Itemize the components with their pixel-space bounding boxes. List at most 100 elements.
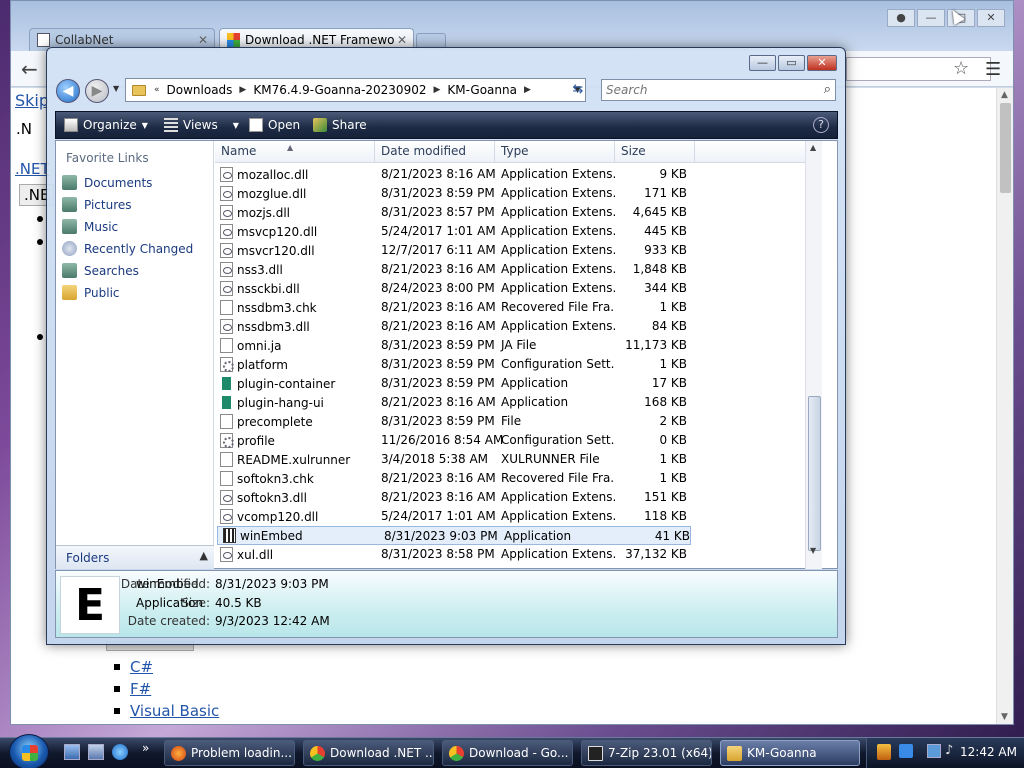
back-button[interactable]: ◀ (56, 79, 80, 103)
favorite-documents[interactable]: Documents (62, 175, 152, 190)
open-button[interactable]: Open (249, 118, 300, 132)
taskbar-button-km-goanna[interactable]: KM-Goanna (720, 740, 860, 766)
file-row[interactable]: precomplete 8/31/2023 8:59 PM File 2 KB (215, 412, 693, 431)
favorite-recently-changed[interactable]: Recently Changed (62, 241, 193, 256)
file-name: mozjs.dll (237, 205, 291, 220)
file-list-scrollbar[interactable]: ▲ ▼ (805, 141, 822, 569)
scroll-up-icon[interactable]: ▲ (810, 143, 816, 152)
file-row[interactable]: mozjs.dll 8/31/2023 8:57 PM Application Ex… (215, 203, 693, 222)
file-type: File (501, 414, 522, 428)
chevron-right-icon[interactable]: ▶ (522, 85, 533, 95)
file-row[interactable]: winEmbed 8/31/2023 9:03 PM Application 41 K… (217, 526, 691, 545)
scroll-down-icon[interactable]: ▼ (1001, 712, 1008, 722)
column-header-date[interactable]: Date modified (375, 141, 495, 163)
organize-button[interactable]: Organize ▼ (64, 118, 148, 132)
menu-icon[interactable]: ☰ (985, 59, 1001, 80)
organize-label: Organize (83, 118, 137, 132)
skip-link[interactable]: Skip (15, 91, 49, 110)
show-desktop-icon[interactable] (64, 744, 80, 760)
favorite-pictures[interactable]: Pictures (62, 197, 132, 212)
switch-windows-icon[interactable] (88, 744, 104, 760)
file-row[interactable]: xul.dll 8/31/2023 8:58 PM Application Exte… (215, 545, 693, 564)
taskbar-button-chrome-download[interactable]: Download - Go... (442, 740, 573, 766)
taskbar-button-firefox[interactable]: Problem loadin... (164, 740, 295, 766)
column-header-type[interactable]: Type (495, 141, 615, 163)
bookmark-star-icon[interactable]: ☆ (953, 58, 969, 79)
folders-toggle[interactable]: Folders ▲ (56, 545, 214, 569)
minimize-button[interactable]: — (749, 55, 776, 71)
file-row[interactable]: nssdbm3.chk 8/21/2023 8:16 AM Recovered Fi… (215, 298, 693, 317)
file-row[interactable]: README.xulrunner 3/4/2018 5:38 AM XULRUNNE… (215, 450, 693, 469)
language-link[interactable]: C# (106, 656, 286, 678)
taskbar-clock[interactable]: 12:42 AM (960, 745, 1017, 759)
file-name-cell: vcomp120.dll (215, 507, 375, 526)
maximize-button[interactable]: ▭ (778, 55, 805, 71)
address-bar[interactable] (846, 57, 991, 81)
file-row[interactable]: plugin-hang-ui 8/21/2023 8:16 AM Applicati… (215, 393, 693, 412)
scroll-thumb[interactable] (808, 396, 821, 551)
file-row[interactable]: mozalloc.dll 8/21/2023 8:16 AM Application… (215, 165, 693, 184)
file-row[interactable]: nssdbm3.dll 8/21/2023 8:16 AM Application … (215, 317, 693, 336)
close-button[interactable]: ✕ (807, 55, 837, 71)
scroll-down-icon[interactable]: ▼ (810, 546, 816, 555)
language-link[interactable]: F# (106, 678, 286, 700)
breadcrumb-downloads[interactable]: Downloads (162, 83, 238, 97)
file-row[interactable]: omni.ja 8/31/2023 8:59 PM JA File 11,173 KB (215, 336, 693, 355)
breadcrumb-km-goanna[interactable]: KM-Goanna (442, 83, 522, 97)
favorite-music[interactable]: Music (62, 219, 118, 234)
breadcrumb-km76[interactable]: KM76.4.9-Goanna-20230902 (248, 83, 431, 97)
file-row[interactable]: softokn3.dll 8/21/2023 8:16 AM Application… (215, 488, 693, 507)
chevron-right-icon[interactable]: ▶ (431, 85, 442, 95)
refresh-icon[interactable]: ⇆ (567, 79, 589, 101)
browser-tabstrip: CollabNet ✕ Download .NET Framewo ✕ ● — … (11, 1, 1013, 51)
sort-arrow-icon: ▲ (287, 143, 294, 152)
views-button[interactable]: Views ▼ (164, 118, 239, 132)
scroll-up-icon[interactable]: ▲ (1001, 90, 1008, 100)
tray-app-icon[interactable] (899, 744, 913, 758)
file-row[interactable]: softokn3.chk 8/21/2023 8:16 AM Recovered F… (215, 469, 693, 488)
quicklaunch-more-icon[interactable]: » (142, 741, 158, 757)
file-row[interactable]: msvcp120.dll 5/24/2017 1:01 AM Application… (215, 222, 693, 241)
chevron-left-icon[interactable]: « (152, 85, 162, 95)
favorite-searches[interactable]: Searches (62, 263, 139, 278)
file-size: 37,132 KB (625, 547, 687, 561)
taskbar-button-7zip[interactable]: 7-Zip 23.01 (x64)... (581, 740, 712, 766)
minimize-button[interactable]: — (917, 9, 945, 27)
language-link[interactable]: Visual Basic (106, 700, 286, 722)
file-row[interactable]: profile 11/26/2016 8:54 AM Configuration S… (215, 431, 693, 450)
favorite-public[interactable]: Public (62, 285, 120, 300)
file-row[interactable]: platform 8/31/2023 8:59 PM Configuration S… (215, 355, 693, 374)
help-icon[interactable]: ? (813, 117, 829, 133)
search-icon[interactable]: ⌕ (824, 82, 831, 97)
security-shield-icon[interactable] (877, 744, 891, 760)
address-bar[interactable]: « Downloads ▶ KM76.4.9-Goanna-20230902 ▶… (125, 78, 586, 102)
profile-icon[interactable]: ● (887, 9, 915, 27)
file-name: mozglue.dll (237, 186, 307, 201)
share-button[interactable]: Share (313, 118, 367, 132)
recent-pages-dropdown[interactable]: ▼ (113, 84, 119, 93)
file-row[interactable]: nssckbi.dll 8/24/2023 8:00 PM Application … (215, 279, 693, 298)
column-header-name[interactable]: Name ▲ (215, 141, 375, 163)
forward-button[interactable]: ▶ (85, 79, 109, 103)
taskbar-button-chrome-dotnet[interactable]: Download .NET ... (303, 740, 434, 766)
back-arrow-icon[interactable]: ← (21, 57, 38, 81)
search-input[interactable] (602, 80, 802, 100)
page-link-fragment[interactable]: .NET (15, 160, 50, 178)
share-icon (313, 118, 327, 132)
chevron-right-icon[interactable]: ▶ (237, 85, 248, 95)
file-list: Name ▲ Date modified Type Size mozalloc.d… (215, 141, 822, 569)
volume-icon[interactable]: ♪ (945, 743, 953, 758)
browser-scrollbar[interactable]: ▲ ▼ (996, 88, 1013, 724)
file-row[interactable]: nss3.dll 8/21/2023 8:16 AM Application Ext… (215, 260, 693, 279)
network-icon[interactable] (927, 744, 941, 758)
scroll-thumb[interactable] (1000, 103, 1011, 193)
file-row[interactable]: plugin-container 8/31/2023 8:59 PM Applica… (215, 374, 693, 393)
file-row[interactable]: msvcr120.dll 12/7/2017 6:11 AM Application… (215, 241, 693, 260)
close-button[interactable]: ✕ (977, 9, 1005, 27)
file-row[interactable]: vcomp120.dll 5/24/2017 1:01 AM Application… (215, 507, 693, 526)
folders-label: Folders (66, 551, 110, 565)
start-button[interactable] (9, 734, 49, 768)
file-row[interactable]: mozglue.dll 8/31/2023 8:59 PM Application … (215, 184, 693, 203)
internet-explorer-icon[interactable] (112, 744, 128, 760)
column-header-size[interactable]: Size (615, 141, 695, 163)
